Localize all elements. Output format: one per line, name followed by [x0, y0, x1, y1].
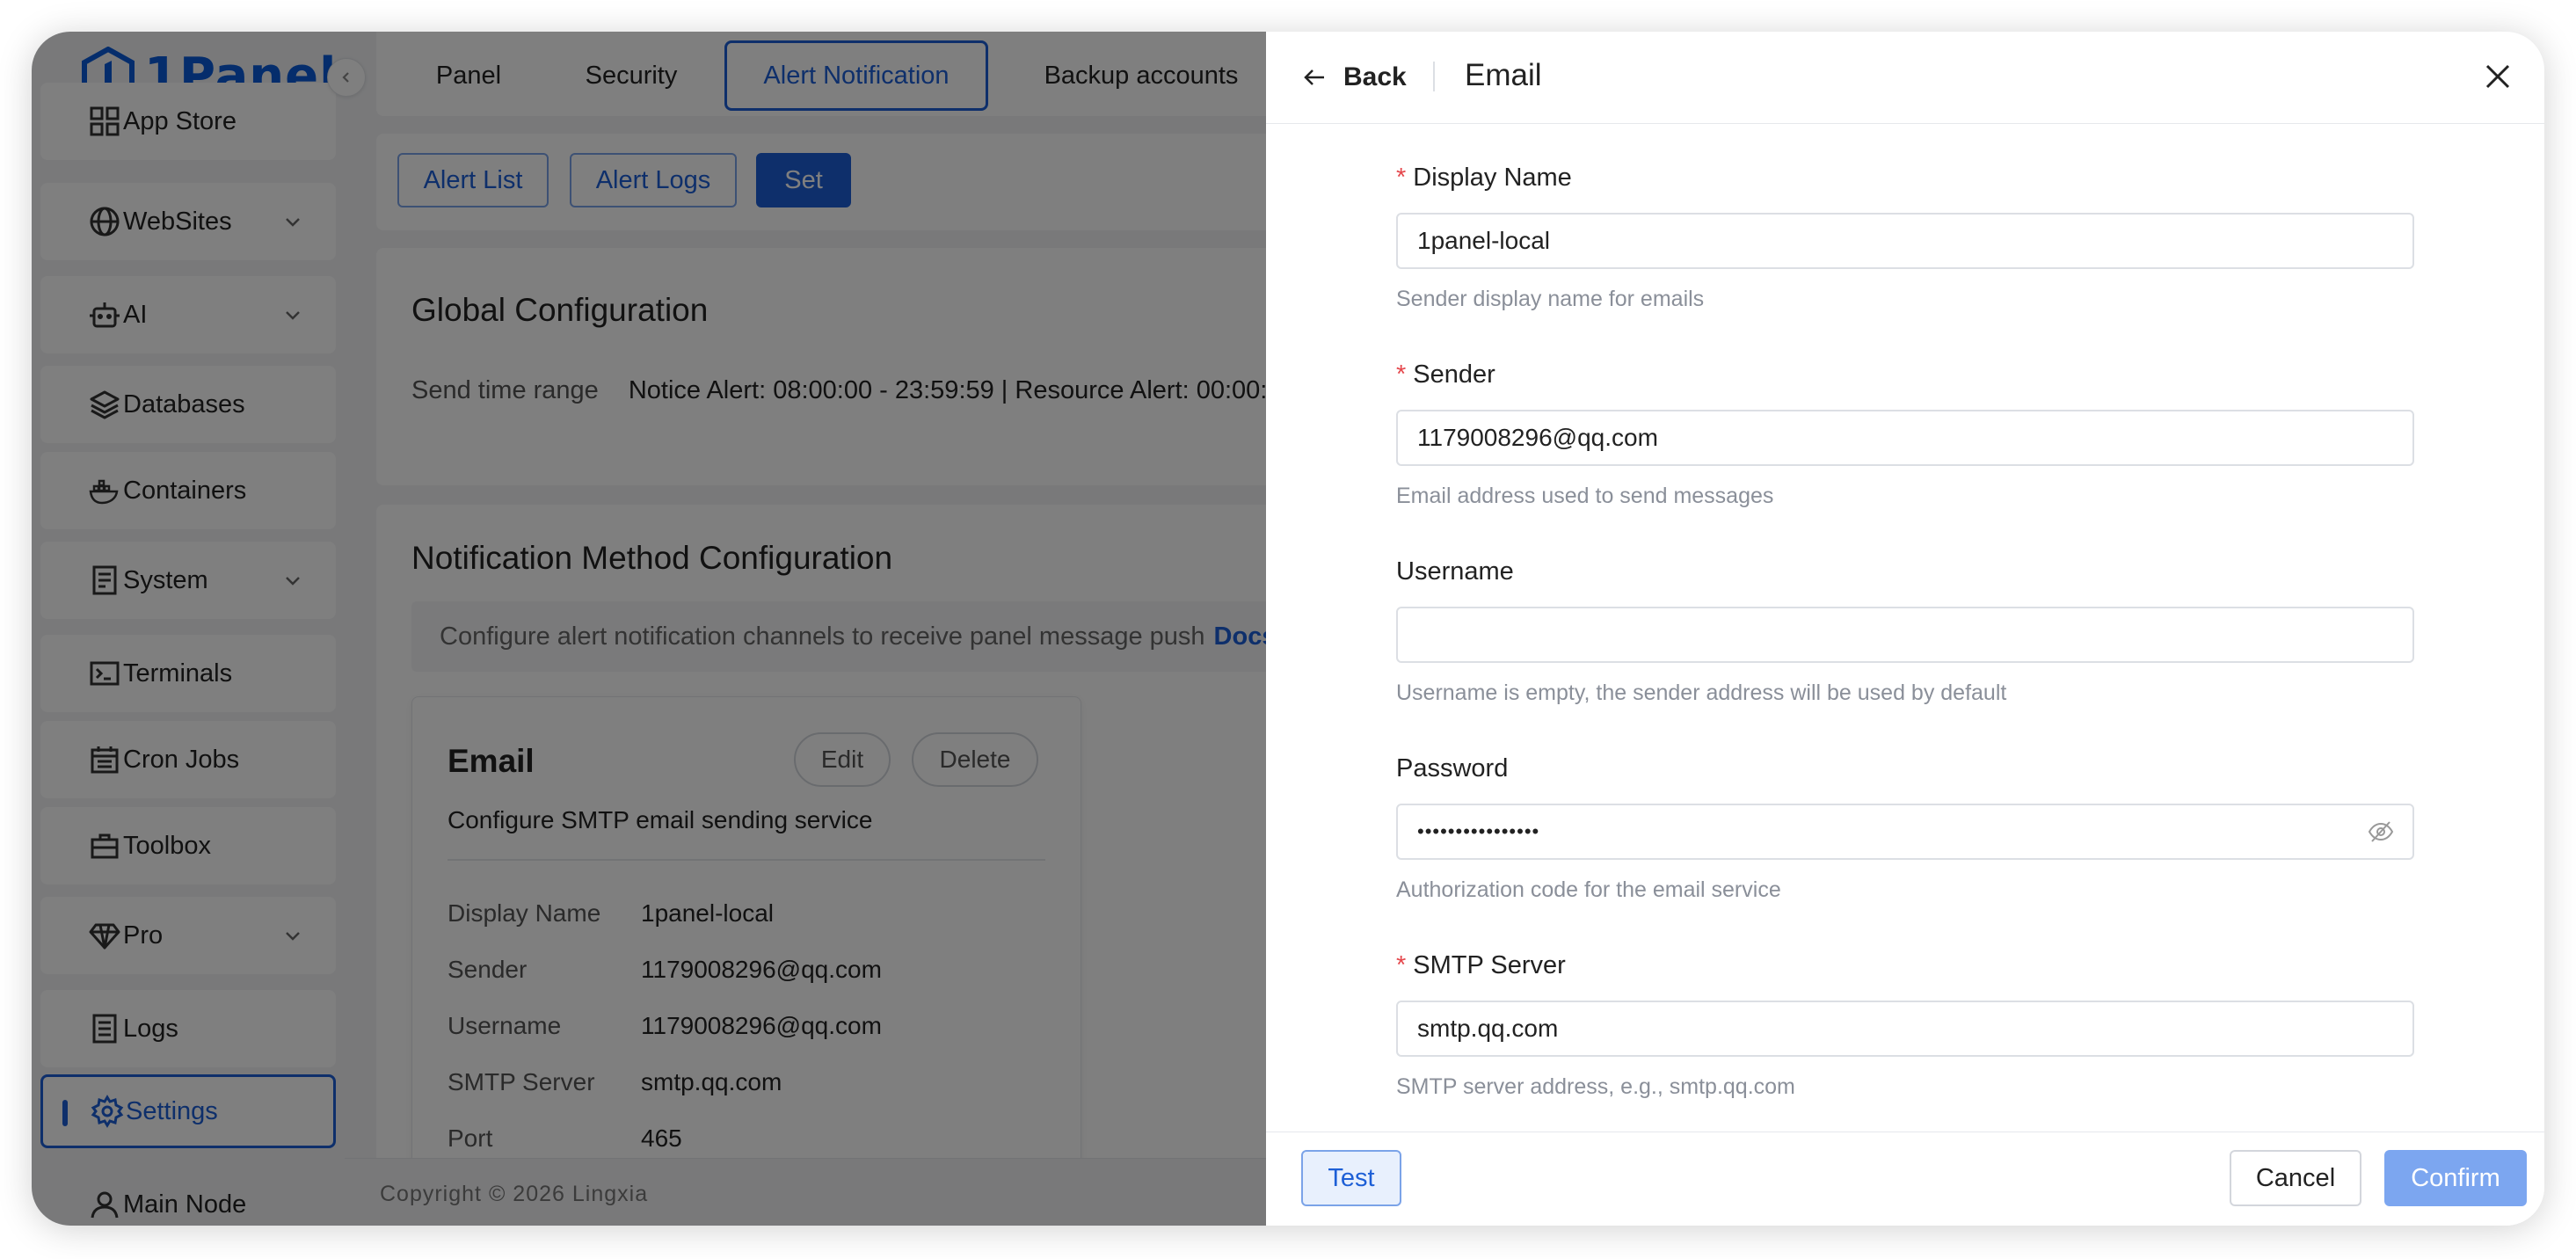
smtp-server-field[interactable]: smtp.qq.com [1396, 1001, 2414, 1057]
close-icon[interactable] [2483, 62, 2513, 91]
smtp-server-hint: SMTP server address, e.g., smtp.qq.com [1396, 1074, 1795, 1099]
back-button[interactable]: Back [1301, 56, 1407, 98]
sender-field[interactable]: 1179008296@qq.com [1396, 410, 2414, 466]
username-hint: Username is empty, the sender address wi… [1396, 680, 2007, 705]
password-hint: Authorization code for the email service [1396, 877, 1781, 902]
password-field[interactable]: •••••••••••••••• [1396, 804, 2414, 860]
smtp-server-label: * SMTP Server [1396, 951, 1566, 979]
drawer-title: Email [1465, 58, 1542, 92]
app-window: 1Panel App Store WebSites AI Databases C… [32, 32, 2544, 1226]
sender-hint: Email address used to send messages [1396, 484, 1774, 508]
sender-value: 1179008296@qq.com [1417, 424, 1658, 451]
smtp-server-value: smtp.qq.com [1417, 1015, 1559, 1042]
display-name-field[interactable]: 1panel-local [1396, 213, 2414, 269]
test-button[interactable]: Test [1301, 1150, 1401, 1206]
sender-label: * Sender [1396, 360, 1495, 389]
username-field[interactable] [1396, 607, 2414, 663]
required-mark: * [1396, 951, 1407, 979]
password-label: Password [1396, 754, 1509, 782]
header-separator [1433, 62, 1435, 91]
drawer-footer: Test Cancel Confirm [1266, 1132, 2544, 1226]
confirm-button[interactable]: Confirm [2384, 1150, 2527, 1206]
arrow-left-icon [1304, 69, 1324, 85]
eye-off-icon[interactable] [2367, 818, 2395, 846]
display-name-hint: Sender display name for emails [1396, 287, 1705, 311]
password-value: •••••••••••••••• [1417, 820, 1540, 842]
drawer-header: Back Email [1266, 32, 2544, 124]
back-label: Back [1343, 62, 1407, 91]
display-name-label: * Display Name [1396, 164, 1572, 192]
required-mark: * [1396, 164, 1407, 192]
email-config-drawer: Back Email * Display Name 1panel-local Se… [1266, 32, 2544, 1226]
username-label: Username [1396, 557, 1514, 586]
required-mark: * [1396, 360, 1407, 389]
modal-overlay[interactable] [32, 32, 1266, 1226]
display-name-value: 1panel-local [1417, 227, 1550, 254]
cancel-button[interactable]: Cancel [2230, 1150, 2361, 1206]
